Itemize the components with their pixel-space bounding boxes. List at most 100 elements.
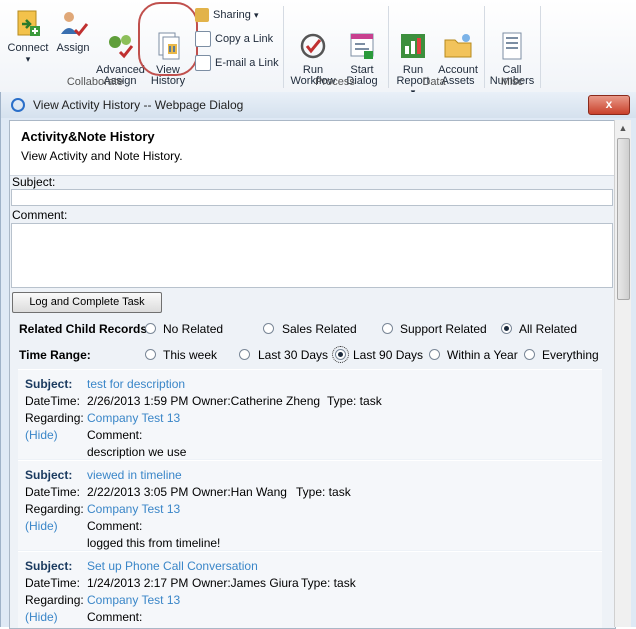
group-label-process: Process [315, 76, 355, 88]
ie-icon [11, 98, 25, 112]
record-type: Type: task [296, 485, 351, 499]
record-comment-key: Comment: [87, 428, 143, 442]
record-subject-key: Subject: [25, 377, 73, 391]
record-owner: Owner:James Giura [192, 576, 299, 590]
assign-icon [57, 8, 89, 40]
radio-all-related[interactable] [501, 323, 512, 334]
radio-label-last-90-days: Last 90 Days [353, 348, 424, 362]
record-hide-link[interactable]: (Hide) [25, 428, 58, 442]
run-report-icon [397, 19, 429, 58]
radio-label-support-related: Support Related [400, 322, 487, 336]
group-separator [484, 6, 485, 88]
dialog-content: Activity&Note History View Activity and … [9, 120, 616, 629]
run-workflow-icon [297, 19, 329, 59]
sharing-button[interactable]: Sharing ▾ [195, 7, 259, 23]
header-description: View Activity and Note History. [21, 149, 183, 163]
scroll-up-arrow-icon[interactable]: ▲ [615, 120, 631, 136]
connect-button[interactable]: Connect ▾ [6, 8, 50, 65]
assign-button[interactable]: Assign [54, 8, 92, 54]
dialog-title: View Activity History -- Webpage Dialog [33, 98, 244, 112]
record-hide-link[interactable]: (Hide) [25, 610, 58, 624]
radio-label-last-30-days: Last 30 Days [258, 348, 329, 362]
radio-no-related[interactable] [145, 323, 156, 334]
related-records-label: Related Child Records: [19, 322, 152, 336]
record-subject-link[interactable]: test for description [87, 377, 185, 391]
start-dialog-icon [346, 19, 378, 59]
record-owner: Owner:Han Wang [192, 485, 287, 499]
activity-record: Subject: Set up Phone Call Conversation … [18, 551, 602, 628]
activity-history-dialog: View Activity History -- Webpage Dialog … [0, 92, 636, 629]
record-regarding-key: Regarding: [25, 411, 84, 425]
group-label-data: Data [422, 76, 446, 88]
call-numbers-icon [496, 19, 528, 60]
record-subject-key: Subject: [25, 559, 73, 573]
comment-label: Comment: [12, 208, 68, 222]
record-comment: description we use [87, 445, 187, 459]
radio-label-all-related: All Related [519, 322, 578, 336]
record-comment-key: Comment: [87, 610, 143, 624]
record-subject-link[interactable]: viewed in timeline [87, 468, 182, 482]
dialog-titlebar: View Activity History -- Webpage Dialog … [1, 92, 636, 118]
radio-everything[interactable] [524, 349, 535, 360]
email-link-button[interactable]: E-mail a Link [195, 55, 279, 72]
radio-within-a-year[interactable] [429, 349, 440, 360]
radio-label-everything: Everything [542, 348, 599, 362]
radio-last-90-days[interactable] [332, 346, 349, 363]
sharing-caret: ▾ [253, 10, 259, 20]
record-comment-key: Comment: [87, 519, 143, 533]
record-datetime: 1/24/2013 2:17 PM [87, 576, 189, 590]
record-regarding-link[interactable]: Company Test 13 [87, 502, 180, 516]
close-button[interactable]: x [588, 95, 630, 115]
dialog-header: Activity&Note History View Activity and … [10, 121, 615, 176]
copy-link-button[interactable]: Copy a Link [195, 31, 274, 48]
record-comment: logged this from timeline! [87, 536, 221, 550]
connect-caret: ▾ [25, 54, 31, 64]
vertical-scrollbar[interactable]: ▲ [614, 120, 631, 627]
radio-label-this-week: This week [163, 348, 218, 362]
record-datetime-key: DateTime: [25, 485, 80, 499]
scrollbar-thumb[interactable] [617, 138, 630, 300]
advanced-assign-icon [104, 19, 136, 59]
group-label-collaborate: Collaborate [66, 76, 124, 88]
record-datetime-key: DateTime: [25, 576, 80, 590]
radio-label-sales-related: Sales Related [282, 322, 357, 336]
log-complete-task-button[interactable]: Log and Complete Task [12, 292, 162, 313]
email-link-icon [195, 55, 211, 72]
subject-input[interactable] [11, 189, 613, 206]
copy-link-icon [195, 31, 211, 48]
email-link-label: E-mail a Link [215, 57, 279, 69]
connect-label: Connect [7, 42, 49, 54]
record-regarding-link[interactable]: Company Test 13 [87, 411, 180, 425]
subject-label: Subject: [12, 175, 56, 189]
copy-link-label: Copy a Link [215, 33, 274, 45]
record-datetime: 2/22/2013 3:05 PM [87, 485, 189, 499]
header-title: Activity&Note History [21, 129, 155, 144]
time-range-label: Time Range: [19, 348, 91, 362]
ribbon-toolbar: Connect ▾ Assign Advanced Assign View Hi… [0, 0, 636, 97]
radio-sales-related[interactable] [263, 323, 274, 334]
group-separator [540, 6, 541, 88]
radio-support-related[interactable] [382, 323, 393, 334]
activity-record: Subject: test for description DateTime: … [18, 369, 602, 459]
assign-label: Assign [56, 42, 90, 54]
record-hide-link[interactable]: (Hide) [25, 519, 58, 533]
radio-last-30-days[interactable] [239, 349, 250, 360]
record-regarding-link[interactable]: Company Test 13 [87, 593, 180, 607]
group-label-misc: Misc [500, 76, 524, 88]
record-datetime-key: DateTime: [25, 394, 80, 408]
group-separator [388, 6, 389, 88]
record-regarding-key: Regarding: [25, 502, 84, 516]
connect-icon [12, 8, 44, 40]
radio-this-week[interactable] [145, 349, 156, 360]
sharing-icon [195, 8, 209, 23]
record-regarding-key: Regarding: [25, 593, 84, 607]
account-assets-icon [442, 19, 474, 58]
radio-label-no-related: No Related [163, 322, 224, 336]
activity-record: Subject: viewed in timeline DateTime: 2/… [18, 460, 602, 550]
record-owner: Owner:Catherine Zheng [192, 394, 321, 408]
comment-textarea[interactable] [11, 223, 613, 288]
record-subject-link[interactable]: Set up Phone Call Conversation [87, 559, 258, 573]
record-type: Type: task [301, 576, 356, 590]
radio-label-within-a-year: Within a Year [447, 348, 518, 362]
record-datetime: 2/26/2013 1:59 PM [87, 394, 189, 408]
